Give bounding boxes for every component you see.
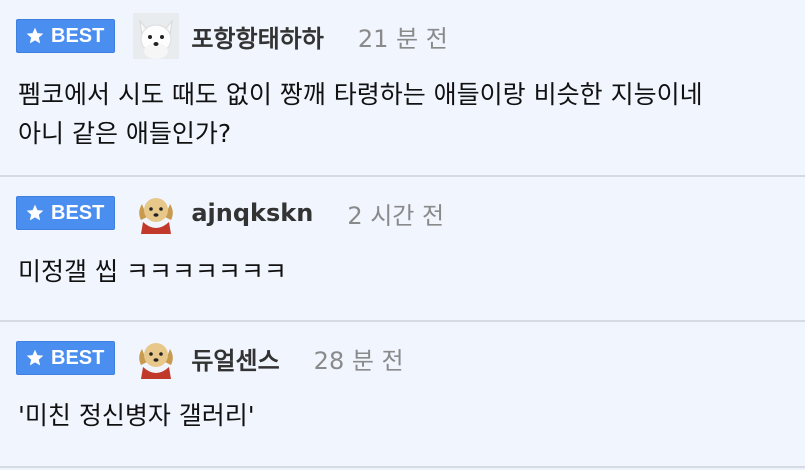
best-badge-label: BEST xyxy=(51,201,105,224)
white-fox-avatar[interactable] xyxy=(133,13,180,59)
timestamp: 28 분 전 xyxy=(313,346,404,375)
best-badge: BEST xyxy=(16,341,116,375)
star-icon xyxy=(26,349,44,366)
nickname[interactable]: ajnqkskn xyxy=(191,199,313,227)
comment-text: 미정갤 씹 ㅋㅋㅋㅋㅋㅋㅋ xyxy=(18,257,287,286)
timestamp: 21 분 전 xyxy=(357,24,448,53)
best-badge: BEST xyxy=(16,196,116,230)
comment-item: BEST 듀얼센스 28 분 전 '미친 정신병자 갤러리' xyxy=(0,322,805,468)
comment-header: BEST 포항항태하하 21 분 전 xyxy=(16,13,448,59)
timestamp: 2 시간 전 xyxy=(347,201,445,230)
nickname[interactable]: 듀얼센스 xyxy=(191,341,279,376)
comment-line: 아니 같은 애들인가? xyxy=(18,119,232,148)
puppy-avatar[interactable] xyxy=(133,335,179,381)
best-badge-label: BEST xyxy=(51,346,105,369)
nickname[interactable]: 포항항태하하 xyxy=(191,19,323,54)
comment-line: 펨코에서 시도 때도 없이 짱깨 타령하는 애들이랑 비슷한 지능이네 xyxy=(18,80,703,109)
comment-text: '미친 정신병자 갤러리' xyxy=(18,401,255,430)
comment-item: BEST 포항항태하하 21 분 전 펨코에서 시도 때도 없이 짱깨 타령하는… xyxy=(0,0,805,177)
star-icon xyxy=(26,204,44,221)
best-badge-label: BEST xyxy=(51,24,105,47)
comment-text: 펨코에서 시도 때도 없이 짱깨 타령하는 애들이랑 비슷한 지능이네아니 같은… xyxy=(18,75,795,153)
puppy-avatar[interactable] xyxy=(133,190,179,236)
comment-header: BEST ajnqkskn 2 시간 전 xyxy=(16,190,445,236)
best-badge: BEST xyxy=(16,19,116,53)
comment-item: BEST ajnqkskn 2 시간 전 미정갤 씹 ㅋㅋㅋㅋㅋㅋㅋ xyxy=(0,177,805,322)
star-icon xyxy=(26,27,44,44)
comment-header: BEST 듀얼센스 28 분 전 xyxy=(16,335,404,381)
